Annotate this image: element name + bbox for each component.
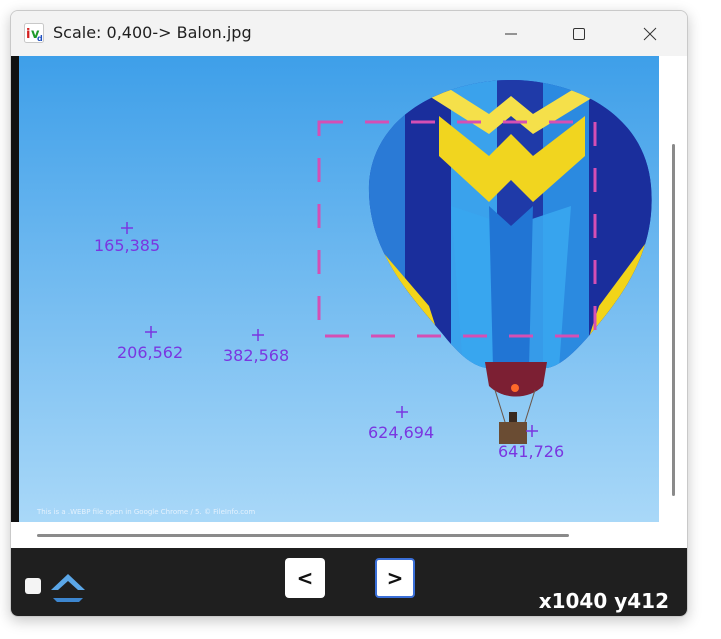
toggle-checkbox[interactable] <box>25 578 41 594</box>
image-canvas[interactable]: This is a .WEBP file open in Google Chro… <box>11 56 687 548</box>
minimize-button[interactable] <box>488 11 534 56</box>
marker-label: 641,726 <box>498 442 564 461</box>
svg-text:i: i <box>26 27 30 42</box>
viewer-window: i v d Scale: 0,400-> Balon.jpg This is a… <box>10 10 688 617</box>
svg-text:d: d <box>37 34 43 43</box>
photo-balloon[interactable]: This is a .WEBP file open in Google Chro… <box>19 56 659 522</box>
bottom-toolbar: < > x1040 y412 <box>11 548 687 616</box>
watermark-text: This is a .WEBP file open in Google Chro… <box>36 508 255 516</box>
marker-label: 624,694 <box>368 423 434 442</box>
home-icon[interactable] <box>47 568 89 606</box>
maximize-button[interactable] <box>556 11 602 56</box>
previous-button[interactable]: < <box>285 558 325 598</box>
balloon-basket <box>499 422 527 444</box>
marker-label: 206,562 <box>117 343 183 362</box>
close-icon <box>643 27 657 40</box>
marker-label: 382,568 <box>223 346 289 365</box>
irfanview-icon: i v d <box>24 23 44 43</box>
marker-label: 165,385 <box>94 236 160 255</box>
horizontal-scrollbar[interactable] <box>37 534 569 537</box>
window-title: Scale: 0,400-> Balon.jpg <box>53 23 252 42</box>
cursor-coordinates: x1040 y412 <box>538 589 669 613</box>
minimize-icon <box>505 33 517 34</box>
close-button[interactable] <box>627 11 673 56</box>
next-button[interactable]: > <box>375 558 415 598</box>
maximize-icon <box>573 27 585 40</box>
image-border <box>11 56 19 522</box>
title-bar[interactable]: i v d Scale: 0,400-> Balon.jpg <box>11 11 687 56</box>
vertical-scrollbar[interactable] <box>672 144 675 496</box>
